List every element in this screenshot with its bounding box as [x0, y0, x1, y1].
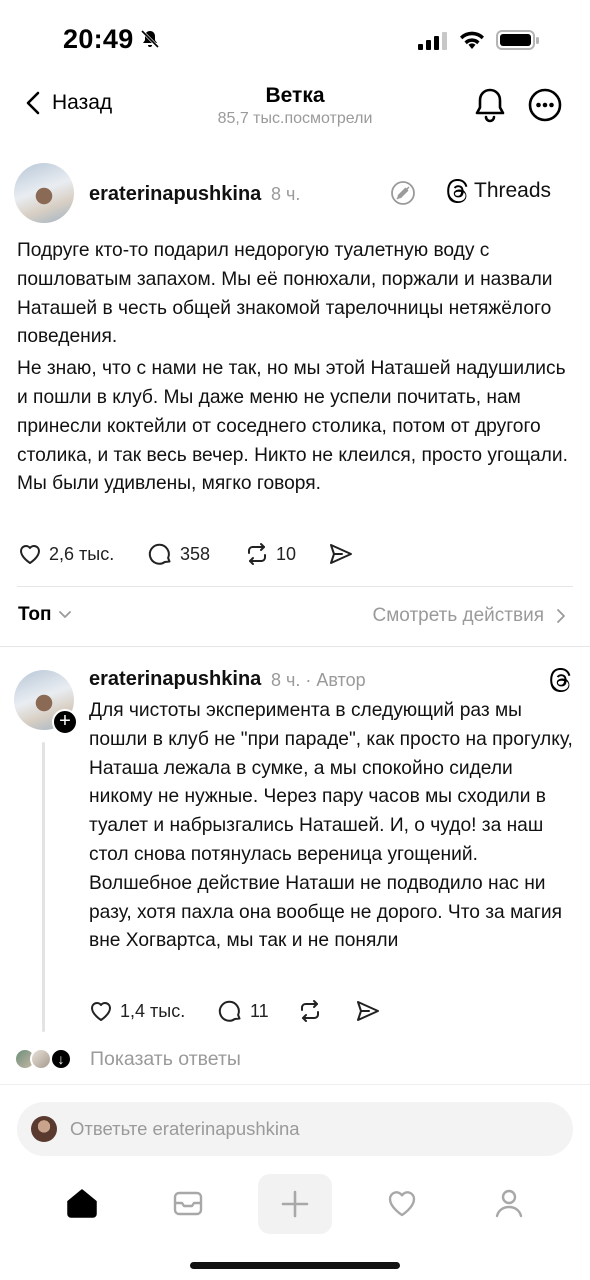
- repost-button[interactable]: 10: [244, 541, 296, 567]
- reply-text: Для чистоты эксперимента в следующий раз…: [89, 700, 573, 952]
- nav-create[interactable]: [258, 1174, 332, 1234]
- reply-meta: 8 ч. · Автор: [271, 670, 366, 690]
- reply-repost-button[interactable]: [297, 998, 323, 1024]
- nav-profile[interactable]: [479, 1170, 539, 1236]
- nav-activity[interactable]: [372, 1170, 432, 1236]
- send-icon: [330, 544, 352, 564]
- post-paragraph: Подруге кто-то подарил недорогую туалетн…: [17, 240, 553, 348]
- wifi-icon: [460, 31, 484, 49]
- reply-input[interactable]: Ответьте eraterinapushkina: [17, 1102, 573, 1156]
- reply-comment-count: 11: [250, 1000, 269, 1021]
- threads-link[interactable]: Threads: [446, 178, 551, 204]
- bell-off-icon: [140, 29, 160, 49]
- show-replies-button[interactable]: ↓ Показать ответы: [14, 1046, 241, 1072]
- sort-dropdown[interactable]: Топ: [18, 604, 72, 626]
- reply-like-count: 1,4 тыс.: [120, 1000, 186, 1021]
- status-time: 20:49: [63, 24, 134, 54]
- repost-icon: [248, 543, 266, 565]
- repost-count: 10: [276, 543, 297, 564]
- home-icon: [67, 1189, 97, 1218]
- repost-icon: [301, 1000, 319, 1022]
- comment-icon: [148, 543, 171, 565]
- avatar[interactable]: [14, 163, 74, 223]
- divider: [17, 586, 573, 587]
- header: Назад Ветка 85,7 тыс.посмотрели: [0, 80, 590, 140]
- home-indicator: [190, 1262, 400, 1269]
- avatar: [31, 1116, 57, 1142]
- threads-icon[interactable]: [549, 667, 573, 693]
- post-username[interactable]: eraterinapushkina: [89, 183, 261, 206]
- section-divider: [0, 646, 590, 647]
- nav-home[interactable]: [52, 1170, 112, 1236]
- comment-count: 358: [180, 543, 211, 564]
- bell-icon[interactable]: [472, 86, 508, 124]
- like-button[interactable]: 2,6 тыс.: [17, 541, 114, 567]
- follow-plus-icon[interactable]: +: [52, 709, 78, 735]
- heart-icon: [91, 1002, 111, 1021]
- heart-icon: [388, 1191, 416, 1217]
- send-icon: [357, 1001, 379, 1021]
- comment-button[interactable]: 358: [148, 541, 210, 567]
- threads-icon: [447, 179, 468, 203]
- divider: [0, 1084, 590, 1085]
- post-paragraph: Не знаю, что с нами не так, но мы этой Н…: [17, 358, 568, 495]
- share-button[interactable]: [328, 541, 354, 567]
- reply-input-placeholder: Ответьте eraterinapushkina: [70, 1118, 300, 1139]
- thread-line: [42, 742, 45, 1032]
- arrow-down-icon: ↓: [50, 1048, 72, 1070]
- edit-off-icon: [391, 181, 415, 205]
- view-activity-label: Смотреть действия: [372, 605, 544, 626]
- post-time: 8 ч.: [271, 184, 301, 204]
- heart-icon: [20, 545, 40, 564]
- more-icon[interactable]: [528, 88, 562, 122]
- reply-comment-button[interactable]: 11: [218, 998, 269, 1024]
- reply-share-button[interactable]: [355, 998, 381, 1024]
- chevron-right-icon: [557, 609, 565, 623]
- sort-label: Топ: [18, 604, 52, 625]
- bottom-nav: [0, 1170, 590, 1236]
- show-replies-label: Показать ответы: [90, 1047, 241, 1070]
- reply-username[interactable]: eraterinapushkina: [89, 668, 261, 691]
- profile-icon: [495, 1189, 523, 1218]
- comment-icon: [218, 1000, 241, 1022]
- view-activity-link[interactable]: Смотреть действия: [373, 605, 566, 627]
- plus-icon: [281, 1190, 309, 1218]
- reply-avatars: ↓: [14, 1046, 76, 1072]
- like-count: 2,6 тыс.: [49, 543, 115, 564]
- status-bar: 20:49: [0, 0, 590, 80]
- battery-icon: [496, 30, 539, 50]
- post-text: Подруге кто-то подарил недорогую туалетн…: [17, 237, 577, 499]
- inbox-icon: [173, 1191, 203, 1216]
- chevron-down-icon: [58, 611, 71, 618]
- reply-like-button[interactable]: 1,4 тыс.: [88, 998, 185, 1024]
- avatar: [30, 1048, 52, 1070]
- signal-icon: [418, 32, 447, 50]
- nav-inbox[interactable]: [158, 1170, 218, 1236]
- threads-label: Threads: [474, 179, 552, 202]
